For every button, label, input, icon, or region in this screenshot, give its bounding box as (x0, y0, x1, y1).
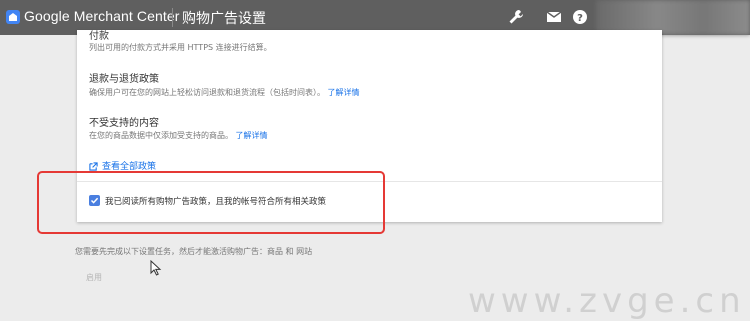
highlight-annotation-box (37, 171, 385, 234)
wrench-icon[interactable] (507, 8, 525, 26)
payment-desc: 列出可用的付款方式并采用 HTTPS 连接进行结算。 (89, 43, 272, 52)
refund-desc: 确保用户可在您的网站上轻松访问退款和退货流程（包括时间表）。 了解详情 (89, 88, 360, 97)
refund-learn-more-link[interactable]: 了解详情 (328, 88, 360, 97)
page-title: 购物广告设置 (182, 11, 266, 27)
mail-icon[interactable] (545, 8, 563, 26)
payment-title: 付款 (89, 31, 109, 42)
setup-tasks-note: 您需要先完成以下设置任务，然后才能激活购物广告：商品 和 网站 (75, 247, 313, 256)
unsupported-desc: 在您的商品数据中仅添加受支持的商品。 了解详情 (89, 131, 268, 140)
brand-name[interactable]: Google Merchant Center (24, 8, 180, 24)
enable-button[interactable]: 启用 (86, 272, 102, 283)
open-in-new-icon (89, 162, 98, 171)
help-icon[interactable]: ? (571, 8, 589, 26)
merchant-center-logo-icon (6, 10, 20, 24)
refund-title: 退款与退货政策 (89, 74, 159, 85)
header-divider (172, 8, 173, 27)
unsupported-learn-more-link[interactable]: 了解详情 (236, 131, 268, 140)
svg-text:?: ? (577, 13, 583, 24)
unsupported-title: 不受支持的内容 (89, 118, 159, 129)
mouse-pointer-icon (150, 260, 162, 276)
watermark-text: www.zvge.cn (468, 281, 746, 321)
